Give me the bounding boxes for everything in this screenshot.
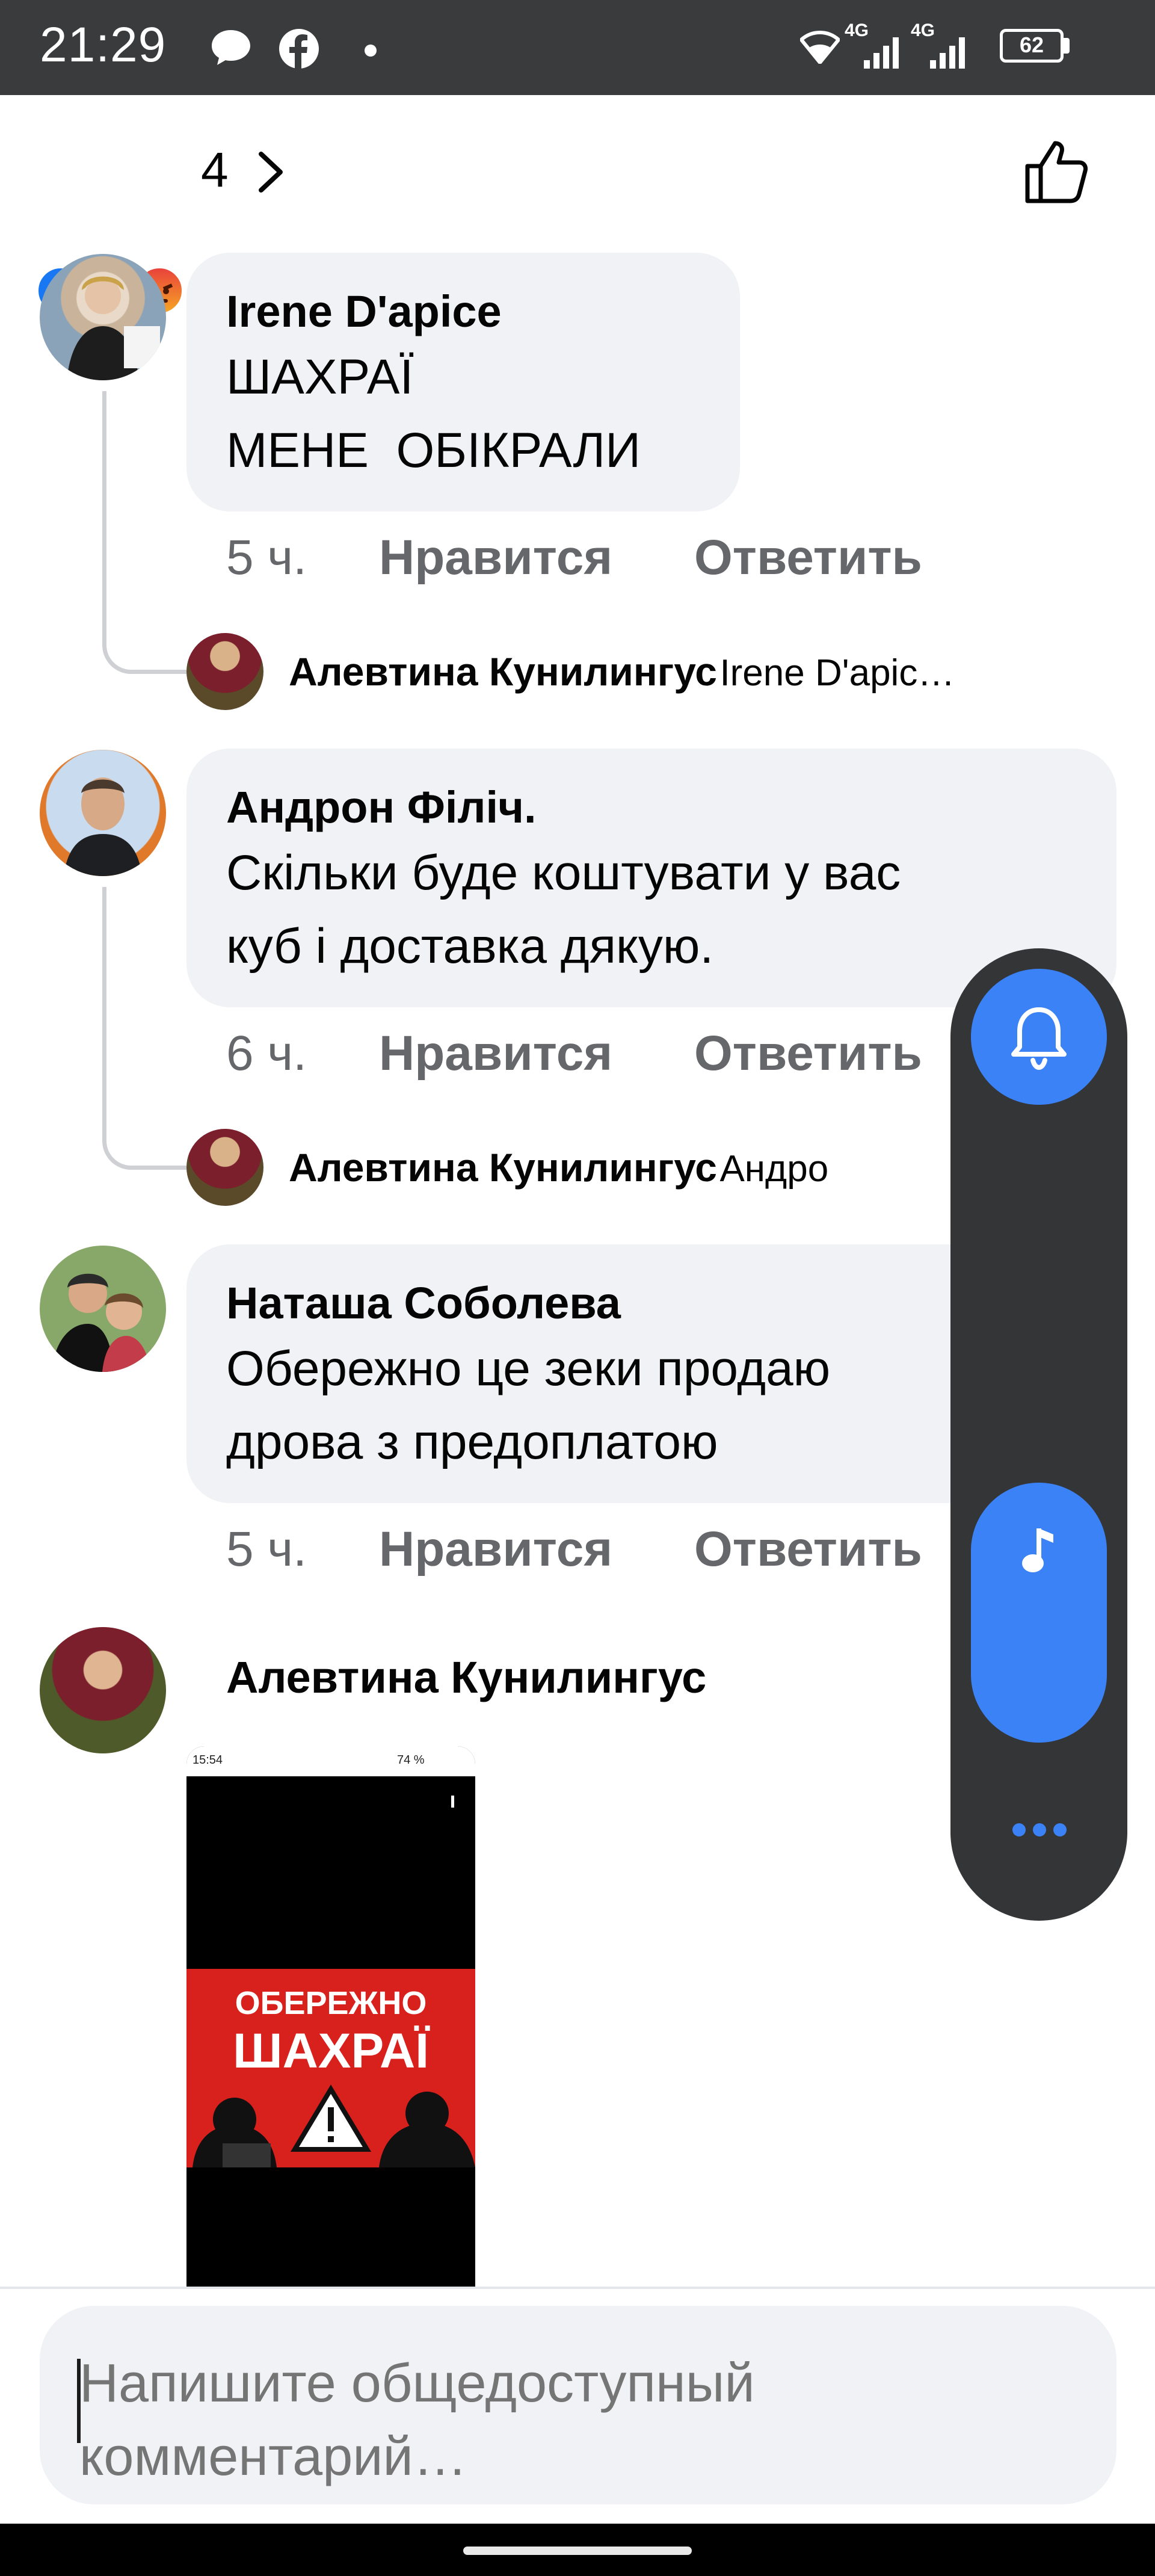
wifi-icon <box>800 31 840 64</box>
facebook-icon <box>279 29 319 69</box>
status-bar: 21:29 4G 4G 62 <box>0 0 1155 95</box>
reply-button[interactable]: Ответить <box>694 1521 922 1578</box>
comment-author[interactable]: Наташа Соболева <box>226 1274 1077 1332</box>
comment-text: Скільки буде коштувати у вас куб і доста… <box>226 845 901 974</box>
comment-bubble[interactable]: Irene D'apice ШАХРАЇ МЕНЕ ОБІКРАЛИ <box>186 253 740 511</box>
chevron-right-icon <box>259 152 283 193</box>
hackers-illustration <box>192 2084 475 2167</box>
reply-text: Андро <box>719 1148 829 1190</box>
music-button[interactable] <box>971 1483 1107 1743</box>
comment-input[interactable] <box>40 2306 1116 2504</box>
reply-button[interactable]: Ответить <box>694 1025 922 1082</box>
like-button-icon[interactable] <box>1023 138 1089 205</box>
status-time: 21:29 <box>40 17 167 72</box>
reaction-count: 4 <box>201 143 229 197</box>
battery-icon: 62 <box>1000 29 1064 63</box>
reply-avatar[interactable] <box>186 1129 263 1206</box>
comment-bubble[interactable]: Андрон Філіч. Скільки буде коштувати у в… <box>186 749 1116 1007</box>
reply-preview[interactable]: Алевтина Кунилингус Irene D'apic… <box>289 649 1107 694</box>
more-dots-icon[interactable] <box>1011 1821 1068 1839</box>
reply-button[interactable]: Ответить <box>694 530 922 586</box>
chat-bubble-icon <box>212 30 250 65</box>
battery-tip <box>1064 38 1070 54</box>
avatar[interactable] <box>40 750 166 876</box>
warning-line1: ОБЕРЕЖНО <box>235 1985 427 2021</box>
image-status-battery: 74 % <box>397 1753 425 1767</box>
warning-line2: ШАХРАЇ <box>233 2024 429 2078</box>
comment-author[interactable]: Андрон Філіч. <box>226 779 1077 836</box>
home-gesture-handle[interactable] <box>463 2547 692 2555</box>
thread-line <box>102 887 186 1170</box>
text-cursor <box>77 2359 81 2443</box>
comment-author[interactable]: Алевтина Кунилингус <box>226 1649 706 1707</box>
avatar[interactable] <box>40 1627 166 1753</box>
comment-author[interactable]: Irene D'apice <box>226 283 700 341</box>
reply-preview[interactable]: Алевтина Кунилингус Андро <box>289 1144 828 1190</box>
warning-banner: ОБЕРЕЖНО ШАХРАЇ <box>186 1969 475 2167</box>
image-status-time: 15:54 <box>192 1753 223 1767</box>
dot-icon <box>365 45 377 57</box>
comment-time: 5 ч. <box>226 530 307 585</box>
bell-icon <box>1011 1007 1067 1070</box>
reaction-summary[interactable]: 4 <box>0 120 1155 317</box>
signal-icon-1 <box>864 37 899 69</box>
like-comment-button[interactable]: Нравится <box>379 530 612 586</box>
avatar[interactable] <box>40 1246 166 1372</box>
floating-control-panel <box>950 948 1127 1921</box>
reply-text: Irene D'apic… <box>719 652 955 694</box>
like-comment-button[interactable]: Нравится <box>379 1025 612 1082</box>
like-comment-button[interactable]: Нравится <box>379 1521 612 1578</box>
composer-divider <box>0 2287 1155 2289</box>
comment-time: 6 ч. <box>226 1026 307 1081</box>
comment-text: ШАХРАЇ МЕНЕ ОБІКРАЛИ <box>226 350 641 478</box>
music-note-icon <box>1022 1528 1053 1572</box>
reply-author: Алевтина Кунилингус <box>289 649 717 694</box>
comment-text: Обережно це зеки продаю дрова з предопла… <box>226 1341 831 1469</box>
reply-author: Алевтина Кунилингус <box>289 1145 717 1190</box>
bell-button[interactable] <box>971 969 1107 1105</box>
comment-time: 5 ч. <box>226 1522 307 1577</box>
thread-line <box>102 391 186 674</box>
reply-avatar[interactable] <box>186 633 263 710</box>
signal-icon-2 <box>930 37 965 69</box>
comment-image[interactable]: 15:54 74 % ОБЕРЕЖНО ШАХРАЇ <box>186 1746 475 2287</box>
avatar[interactable] <box>40 254 166 380</box>
